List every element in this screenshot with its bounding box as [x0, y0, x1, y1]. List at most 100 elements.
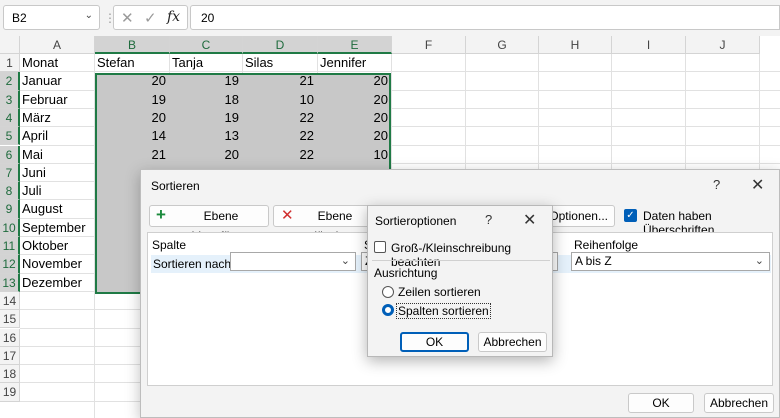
- column-header-b[interactable]: B: [95, 36, 170, 54]
- month-cell[interactable]: Januar: [22, 72, 95, 90]
- value-cell[interactable]: 21: [97, 146, 170, 164]
- select-all-corner[interactable]: [0, 36, 20, 54]
- column-header-c[interactable]: C: [170, 36, 243, 54]
- cancel-button[interactable]: Abbrechen: [478, 332, 547, 352]
- value-cell[interactable]: 20: [320, 91, 392, 109]
- column-header-a[interactable]: A: [20, 36, 95, 54]
- row-header-12[interactable]: 12: [0, 255, 20, 274]
- formula-bar: B2 ⌄ ⋮ ✕ ✓ fx 20: [0, 0, 780, 36]
- column-header-f[interactable]: F: [392, 36, 466, 54]
- name-box[interactable]: B2 ⌄: [3, 5, 100, 30]
- row-header-2[interactable]: 2: [0, 72, 20, 91]
- header-cell[interactable]: Monat: [22, 54, 95, 72]
- month-cell[interactable]: September: [22, 219, 95, 237]
- value-cell[interactable]: 10: [245, 91, 318, 109]
- row-header-5[interactable]: 5: [0, 127, 20, 146]
- row-header-1[interactable]: 1: [0, 54, 20, 73]
- column-header-label: Spalte: [152, 238, 187, 252]
- value-cell[interactable]: 14: [97, 127, 170, 145]
- month-cell[interactable]: Februar: [22, 91, 95, 109]
- sort-columns-label[interactable]: Spalten sortieren: [396, 303, 491, 319]
- value-cell[interactable]: 20: [172, 146, 243, 164]
- value-cell[interactable]: 21: [245, 72, 318, 90]
- month-cell[interactable]: Juli: [22, 182, 95, 200]
- month-cell[interactable]: August: [22, 200, 95, 218]
- value-cell[interactable]: 19: [97, 91, 170, 109]
- column-header-e[interactable]: E: [318, 36, 392, 54]
- row-header-13[interactable]: 13: [0, 273, 20, 292]
- close-icon[interactable]: ✕: [751, 175, 764, 195]
- column-select[interactable]: ⌄: [230, 252, 356, 271]
- month-cell[interactable]: März: [22, 109, 95, 127]
- header-cell[interactable]: Stefan: [97, 54, 170, 72]
- value-cell[interactable]: 22: [245, 109, 318, 127]
- enter-icon[interactable]: ✓: [144, 9, 157, 27]
- drag-handle-icon[interactable]: ⋮: [104, 9, 116, 27]
- month-cell[interactable]: Dezember: [22, 274, 95, 292]
- value-cell[interactable]: 20: [320, 72, 392, 90]
- value-cell[interactable]: 19: [172, 109, 243, 127]
- row-header-4[interactable]: 4: [0, 108, 20, 128]
- month-cell[interactable]: Oktober: [22, 237, 95, 255]
- case-sensitive-label[interactable]: Groß-/Kleinschreibung beachten: [391, 241, 552, 269]
- sort-columns-radio[interactable]: [382, 304, 394, 316]
- value-cell[interactable]: 20: [320, 127, 392, 145]
- column-header-g[interactable]: G: [466, 36, 539, 54]
- formula-input[interactable]: 20: [190, 5, 780, 30]
- month-cell[interactable]: November: [22, 255, 95, 273]
- column-header-d[interactable]: D: [243, 36, 318, 54]
- ok-button[interactable]: OK: [400, 332, 469, 352]
- help-icon[interactable]: ?: [713, 177, 720, 192]
- headers-checkbox[interactable]: ✓: [624, 209, 637, 222]
- sort-by-label: Sortieren nach: [153, 257, 232, 271]
- sort-rows-radio[interactable]: [382, 286, 394, 298]
- ok-button[interactable]: OK: [628, 393, 694, 413]
- column-header-i[interactable]: I: [612, 36, 686, 54]
- row-header-14[interactable]: 14: [0, 291, 20, 311]
- chevron-down-icon[interactable]: ⌄: [85, 10, 93, 21]
- value-cell[interactable]: 19: [172, 72, 243, 90]
- row-header-17[interactable]: 17: [0, 346, 20, 366]
- close-icon[interactable]: ✕: [523, 210, 536, 230]
- chevron-down-icon: ⌄: [340, 255, 350, 267]
- help-icon[interactable]: ?: [485, 212, 492, 227]
- add-level-button[interactable]: + Ebene hinzufügen: [149, 205, 269, 243]
- row-header-15[interactable]: 15: [0, 310, 20, 329]
- function-icon[interactable]: fx: [167, 9, 180, 25]
- header-cell[interactable]: Tanja: [172, 54, 243, 72]
- row-header-11[interactable]: 11: [0, 237, 20, 256]
- value-cell[interactable]: 20: [97, 72, 170, 90]
- header-cell[interactable]: Silas: [245, 54, 318, 72]
- value-cell[interactable]: 18: [172, 91, 243, 109]
- header-cell[interactable]: Jennifer: [320, 54, 392, 72]
- sort-rows-label[interactable]: Zeilen sortieren: [398, 285, 481, 299]
- month-cell[interactable]: Juni: [22, 164, 95, 182]
- value-cell[interactable]: 22: [245, 127, 318, 145]
- month-cell[interactable]: April: [22, 127, 95, 145]
- row-header-9[interactable]: 9: [0, 200, 20, 219]
- value-cell[interactable]: 20: [320, 109, 392, 127]
- options-button[interactable]: Optionen...: [545, 205, 615, 227]
- value-cell[interactable]: 13: [172, 127, 243, 145]
- row-header-10[interactable]: 10: [0, 218, 20, 237]
- case-sensitive-checkbox[interactable]: [374, 241, 386, 253]
- delete-level-button[interactable]: ✕ Ebene löschen: [273, 205, 373, 243]
- month-cell[interactable]: Mai: [22, 146, 95, 164]
- row-header-3[interactable]: 3: [0, 90, 20, 109]
- row-header-18[interactable]: 18: [0, 365, 20, 384]
- row-header-7[interactable]: 7: [0, 163, 20, 183]
- name-box-value: B2: [12, 11, 27, 25]
- cancel-icon[interactable]: ✕: [121, 9, 134, 27]
- row-header-19[interactable]: 19: [0, 383, 20, 402]
- row-header-6[interactable]: 6: [0, 145, 20, 164]
- column-header-h[interactable]: H: [539, 36, 612, 54]
- value-cell[interactable]: 10: [320, 146, 392, 164]
- cancel-button[interactable]: Abbrechen: [704, 393, 774, 413]
- row-header-16[interactable]: 16: [0, 328, 20, 347]
- value-cell[interactable]: 22: [245, 146, 318, 164]
- column-header-j[interactable]: J: [686, 36, 760, 54]
- row-header-8[interactable]: 8: [0, 182, 20, 201]
- value-cell[interactable]: 20: [97, 109, 170, 127]
- dialog-title: Sortieroptionen: [375, 214, 457, 228]
- order-select[interactable]: A bis Z ⌄: [571, 252, 770, 271]
